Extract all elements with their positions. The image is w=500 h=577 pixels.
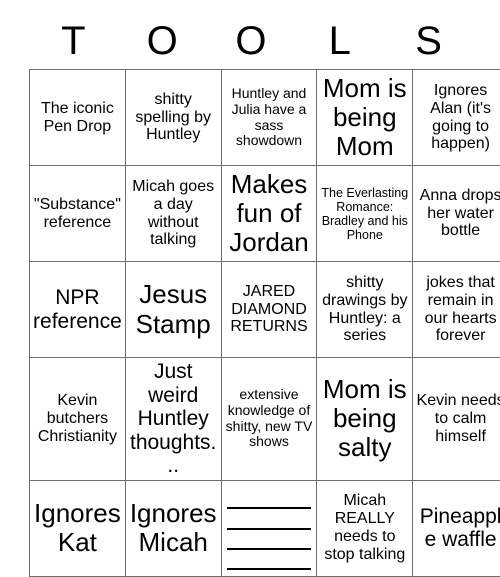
bingo-cell[interactable]: Just weird Huntley thoughts...	[125, 358, 221, 481]
bingo-grid-body: The iconic Pen Drop shitty spelling by H…	[30, 70, 500, 577]
bingo-cell-text: extensive knowledge of shitty, new TV sh…	[225, 387, 314, 450]
bingo-cell-text: Makes fun of Jordan	[225, 170, 314, 257]
bingo-cell[interactable]: Mom is being Mom	[317, 70, 413, 166]
bingo-cell[interactable]: Ignores Alan (it's going to happen)	[413, 70, 500, 166]
bingo-cell-text: Jesus Stamp	[129, 280, 218, 338]
bingo-cell-text: Micah REALLY needs to stop talking	[320, 492, 409, 564]
bingo-cell-text: NPR reference	[33, 286, 122, 333]
bingo-cell[interactable]: extensive knowledge of shitty, new TV sh…	[221, 358, 317, 481]
bingo-cell[interactable]: Micah goes a day without talking	[125, 166, 221, 262]
bingo-cell-text: The Everlasting Romance: Bradley and his…	[320, 186, 409, 242]
bingo-cell-text: Ignores Kat	[33, 499, 122, 557]
bingo-cell[interactable]: Mom is being salty	[317, 358, 413, 481]
bingo-header-letters: T O O L S	[29, 0, 473, 64]
write-in-line[interactable]	[227, 486, 312, 509]
bingo-cell[interactable]: Huntley and Julia have a sass showdown	[221, 70, 317, 166]
header-letter-2: O	[118, 18, 207, 64]
bingo-cell[interactable]: The iconic Pen Drop	[30, 70, 126, 166]
bingo-cell-text: jokes that remain in our hearts forever	[416, 274, 500, 346]
write-in-line[interactable]	[227, 530, 312, 550]
bingo-cell-text: Anna drops her water bottle	[416, 187, 500, 241]
write-in-line[interactable]	[227, 550, 312, 570]
bingo-cell-text: Micah goes a day without talking	[129, 178, 218, 250]
bingo-row: The iconic Pen Drop shitty spelling by H…	[30, 70, 500, 166]
bingo-row: Kevin butchers Christianity Just weird H…	[30, 358, 500, 481]
bingo-cell-text: Pineapple waffle	[416, 505, 500, 552]
bingo-cell-text: "Substance" reference	[33, 196, 122, 232]
bingo-cell-text: Just weird Huntley thoughts...	[129, 360, 218, 478]
header-letter-1: T	[29, 18, 118, 64]
bingo-cell-text: The iconic Pen Drop	[33, 100, 122, 136]
bingo-cell[interactable]: Jesus Stamp	[125, 262, 221, 358]
bingo-cell[interactable]: Makes fun of Jordan	[221, 166, 317, 262]
bingo-cell-text: Kevin butchers Christianity	[33, 392, 122, 446]
bingo-row: Ignores Kat Ignores Micah Micah REALLY n…	[30, 480, 500, 576]
bingo-cell[interactable]: NPR reference	[30, 262, 126, 358]
bingo-cell-text: JARED DIAMOND RETURNS	[225, 283, 314, 337]
bingo-cell-text: Mom is being salty	[320, 375, 409, 462]
write-in-lines[interactable]	[225, 486, 314, 570]
bingo-grid: The iconic Pen Drop shitty spelling by H…	[29, 69, 500, 577]
header-letter-4: L	[295, 18, 384, 64]
bingo-cell[interactable]: "Substance" reference	[30, 166, 126, 262]
bingo-cell[interactable]: Ignores Kat	[30, 480, 126, 576]
bingo-cell[interactable]: shitty spelling by Huntley	[125, 70, 221, 166]
bingo-cell[interactable]: Anna drops her water bottle	[413, 166, 500, 262]
bingo-cell[interactable]: Ignores Micah	[125, 480, 221, 576]
bingo-card: T O O L S The iconic Pen Drop shitty spe…	[0, 0, 500, 544]
bingo-cell[interactable]: jokes that remain in our hearts forever	[413, 262, 500, 358]
bingo-cell[interactable]: Kevin needs to calm himself	[413, 358, 500, 481]
bingo-cell[interactable]: Pineapple waffle	[413, 480, 500, 576]
bingo-cell[interactable]: The Everlasting Romance: Bradley and his…	[317, 166, 413, 262]
bingo-cell[interactable]: shitty drawings by Huntley: a series	[317, 262, 413, 358]
bingo-cell-text: shitty drawings by Huntley: a series	[320, 274, 409, 346]
bingo-cell[interactable]: Kevin butchers Christianity	[30, 358, 126, 481]
write-in-line[interactable]	[227, 509, 312, 529]
bingo-row: "Substance" reference Micah goes a day w…	[30, 166, 500, 262]
bingo-cell[interactable]: Micah REALLY needs to stop talking	[317, 480, 413, 576]
bingo-cell-text: Ignores Alan (it's going to happen)	[416, 82, 500, 154]
bingo-cell-text: shitty spelling by Huntley	[129, 91, 218, 145]
bingo-cell-text: Kevin needs to calm himself	[416, 392, 500, 446]
bingo-cell-writein[interactable]	[221, 480, 317, 576]
header-letter-3: O	[207, 18, 296, 64]
bingo-cell-text: Ignores Micah	[129, 499, 218, 557]
bingo-row: NPR reference Jesus Stamp JARED DIAMOND …	[30, 262, 500, 358]
bingo-cell-text: Mom is being Mom	[320, 74, 409, 161]
bingo-cell[interactable]: JARED DIAMOND RETURNS	[221, 262, 317, 358]
header-letter-5: S	[384, 18, 473, 64]
bingo-cell-text: Huntley and Julia have a sass showdown	[225, 86, 314, 149]
